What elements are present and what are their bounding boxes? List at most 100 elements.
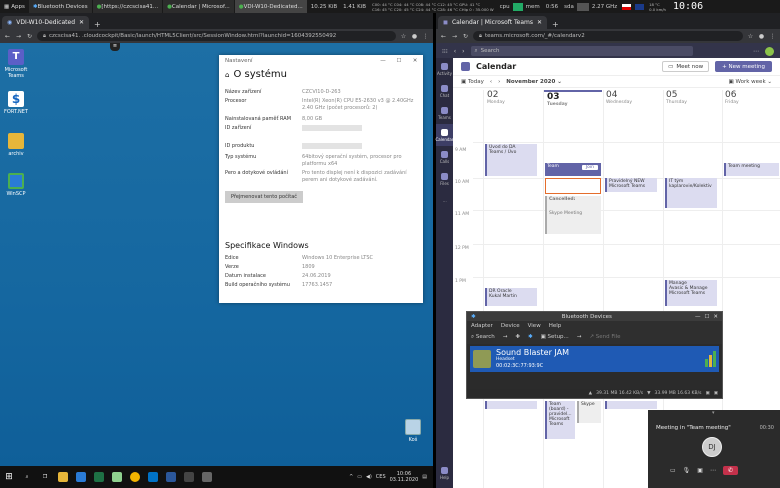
video-off-icon[interactable]: ▭ xyxy=(670,467,676,474)
rail-more[interactable]: ⋯ xyxy=(436,190,453,212)
taskbar-app[interactable] xyxy=(72,466,90,488)
apps-menu[interactable]: ▦ Apps xyxy=(0,4,29,10)
calendar-event[interactable]: Team (board) - pravidel... Microsoft Team… xyxy=(545,401,575,439)
menu-help[interactable]: Help xyxy=(549,323,562,329)
task-calendar[interactable]: ● Calendar | Microsof... xyxy=(163,0,234,13)
search-button[interactable]: ⌕ Search xyxy=(471,334,495,341)
menu-adapter[interactable]: Adapter xyxy=(471,323,493,329)
meet-now-button[interactable]: ▭ Meet now xyxy=(662,61,710,72)
chevron-right-icon[interactable]: › xyxy=(498,79,500,85)
tab-vdi[interactable]: ◉ VDI-W10-Dedicated ✕ xyxy=(2,16,90,29)
rail-teams[interactable]: Teams xyxy=(436,102,453,124)
network-icon[interactable]: ▭ xyxy=(357,474,362,480)
plus-icon[interactable]: ✚ xyxy=(515,334,520,340)
taskbar-app[interactable] xyxy=(162,466,180,488)
arrow-right-icon[interactable]: → xyxy=(503,334,508,340)
close-icon[interactable]: ✕ xyxy=(79,19,84,26)
teams-search-input[interactable]: ⌕ Search xyxy=(470,46,693,56)
back-icon[interactable]: ‹ xyxy=(454,48,456,55)
hang-up-button[interactable]: ✆ xyxy=(722,466,738,475)
chevron-left-icon[interactable]: ‹ xyxy=(490,79,492,85)
forward-icon[interactable]: → xyxy=(15,33,22,40)
tray-icon[interactable]: ▣ xyxy=(714,391,718,396)
app-launcher-icon[interactable]: ⁝⁝⁝ xyxy=(442,48,448,55)
desktop-icon-recycle-bin[interactable]: Koš xyxy=(398,419,428,443)
profile-icon[interactable]: ● xyxy=(411,33,418,40)
calendar-event[interactable]: IT tým kaplarovie/Kolektiv xyxy=(665,178,717,208)
tab-calendar[interactable]: ◼ Calendar | Microsoft Teams ✕ xyxy=(438,16,548,29)
taskbar-app[interactable] xyxy=(198,466,216,488)
rail-calendar[interactable]: Calendar xyxy=(436,124,454,146)
calendar-event[interactable]: Skype xyxy=(577,401,601,423)
calendar-event-active[interactable]: Team Join xyxy=(545,163,601,176)
more-icon[interactable]: ⋯ xyxy=(753,48,759,55)
notifications-icon[interactable]: ▤ xyxy=(422,474,427,480)
menu-view[interactable]: View xyxy=(528,323,541,329)
close-icon[interactable]: ✕ xyxy=(713,314,718,320)
taskbar-app[interactable] xyxy=(126,466,144,488)
rail-activity[interactable]: Activity xyxy=(436,58,453,80)
volume-icon[interactable]: ◀) xyxy=(366,474,372,480)
minimize-icon[interactable]: — xyxy=(695,314,701,320)
back-icon[interactable]: ← xyxy=(440,33,447,40)
rail-chat[interactable]: Chat xyxy=(436,80,453,102)
rename-pc-button[interactable]: Přejmenovat tento počítač xyxy=(225,191,303,203)
home-icon[interactable]: ⌂ xyxy=(225,71,229,79)
calendar-event[interactable]: Team meeting xyxy=(724,163,779,176)
start-button[interactable]: ⊞ xyxy=(0,466,18,488)
send-file-button[interactable]: ↗ Send File xyxy=(589,334,620,340)
meeting-popup[interactable]: ▾ Meeting in "Team meeting" 00:30 DJ ▭ 🎙… xyxy=(648,410,780,488)
day-header-today[interactable]: 03 Tuesday xyxy=(544,90,602,110)
new-tab-icon[interactable]: + xyxy=(89,20,106,29)
rail-files[interactable]: Files xyxy=(436,168,453,190)
forward-icon[interactable]: › xyxy=(462,48,464,55)
month-picker[interactable]: November 2020 ⌄ xyxy=(506,79,562,85)
profile-icon[interactable]: ● xyxy=(758,33,765,40)
today-button[interactable]: ▣ Today xyxy=(461,79,484,85)
task-vdi[interactable]: ● VDI-W10-Dedicated... xyxy=(234,0,307,13)
taskbar-app[interactable] xyxy=(90,466,108,488)
menu-icon[interactable]: ⋮ xyxy=(769,33,776,40)
forward-icon[interactable]: → xyxy=(451,33,458,40)
close-icon[interactable]: ✕ xyxy=(537,19,542,26)
new-meeting-button[interactable]: + New meeting xyxy=(715,61,772,72)
reload-icon[interactable]: ↻ xyxy=(26,33,33,40)
calendar-event[interactable]: Pravidelný NEW Microsoft Teams xyxy=(605,178,657,192)
star-icon[interactable]: ☆ xyxy=(747,33,754,40)
desktop-icon-teams[interactable]: T Microsoft Teams xyxy=(1,49,31,79)
day-header[interactable]: 05 Thursday xyxy=(666,90,687,110)
avatar[interactable] xyxy=(765,46,774,56)
calendar-event[interactable] xyxy=(485,401,537,409)
more-icon[interactable]: ⋯ xyxy=(710,467,716,474)
new-tab-icon[interactable]: + xyxy=(547,20,564,29)
day-header[interactable]: 06 Friday xyxy=(725,90,739,110)
taskbar-app[interactable] xyxy=(144,466,162,488)
view-selector[interactable]: ▣ Work week ⌄ xyxy=(729,79,772,85)
chevron-up-icon[interactable]: ^ xyxy=(349,474,353,480)
star-icon[interactable]: ☆ xyxy=(400,33,407,40)
maximize-icon[interactable]: ☐ xyxy=(704,314,709,320)
bluetooth-device-row[interactable]: Sound Blaster JAM Headset 00:02:3C:77:93… xyxy=(470,346,719,372)
task-bluetooth[interactable]: ✱ Bluetooth Devices xyxy=(28,0,92,13)
calendar-event-cancelled[interactable]: Cancelled: Skype Meeting xyxy=(545,196,601,234)
language-indicator[interactable]: CES xyxy=(376,474,386,480)
search-button[interactable]: ⌕ xyxy=(18,466,36,488)
rail-calls[interactable]: Calls xyxy=(436,146,453,168)
taskbar-app[interactable] xyxy=(180,466,198,488)
pin-icon[interactable]: ▾ xyxy=(712,410,715,416)
mic-icon[interactable]: 🎙︎ xyxy=(683,467,691,474)
calendar-event[interactable] xyxy=(605,401,657,409)
task-view-button[interactable]: ❐ xyxy=(36,466,54,488)
taskbar-app[interactable] xyxy=(54,466,72,488)
close-icon[interactable]: ✕ xyxy=(407,58,423,64)
day-header[interactable]: 02 Monday xyxy=(487,90,505,110)
task-browser-1[interactable]: ● [https://czcscisa41... xyxy=(92,0,163,13)
calendar-event[interactable]: DR Oracle Kukal Martin xyxy=(485,288,537,306)
reload-icon[interactable]: ↻ xyxy=(462,33,469,40)
desktop-icon-winscp[interactable]: WinSCP xyxy=(1,173,31,197)
minimize-icon[interactable]: — xyxy=(375,58,391,64)
desktop-icon-archiv[interactable]: archiv xyxy=(1,133,31,157)
taskbar-app[interactable] xyxy=(108,466,126,488)
join-button[interactable]: Join xyxy=(581,165,598,170)
calendar-event[interactable]: Manage Avasic & Manage Microsoft Teams xyxy=(665,280,717,306)
